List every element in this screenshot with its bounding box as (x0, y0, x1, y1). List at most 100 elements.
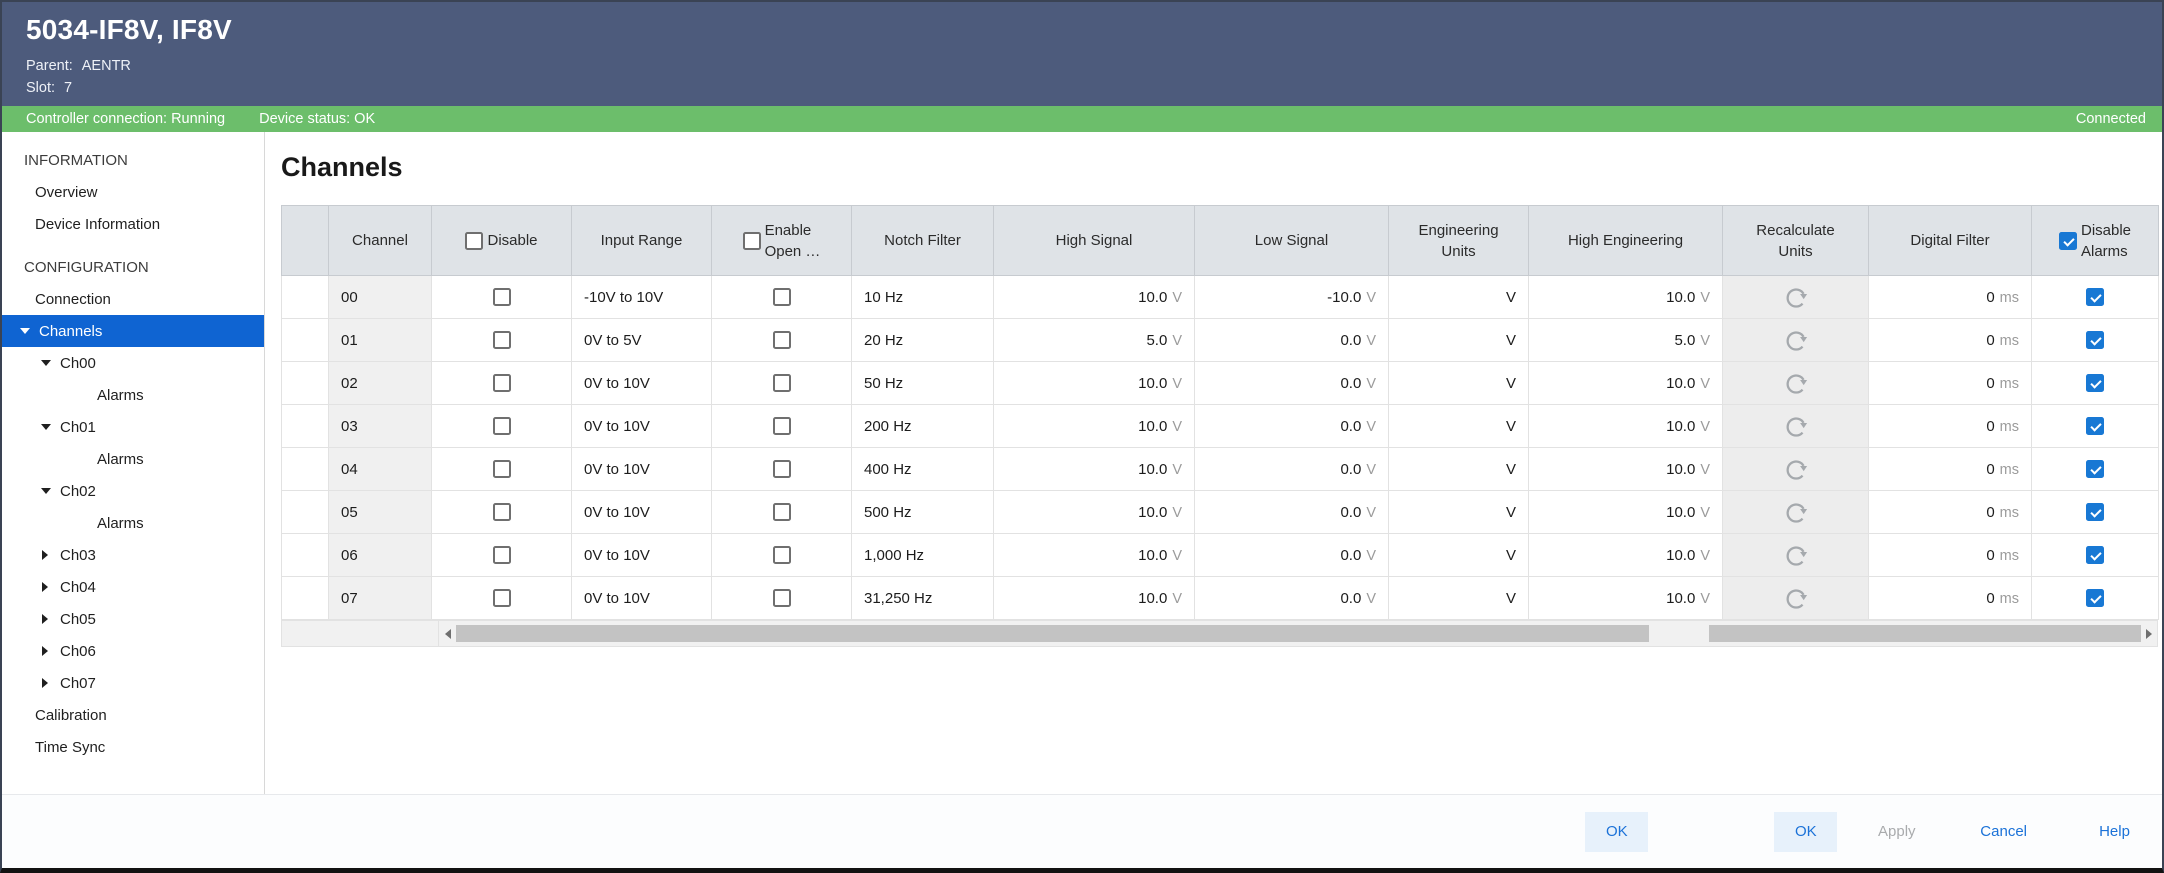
sidebar-item-ch00-alarms[interactable]: Alarms (2, 379, 264, 411)
help-button[interactable]: Help (2083, 812, 2146, 852)
disable-alarms-checkbox[interactable] (2086, 374, 2104, 392)
disable-alarms-checkbox[interactable] (2086, 417, 2104, 435)
high-signal-cell[interactable]: 10.0V (994, 448, 1195, 491)
disable-checkbox[interactable] (493, 589, 511, 607)
sidebar-item-ch02[interactable]: Ch02 (2, 475, 264, 507)
engineering-units-cell[interactable]: V (1389, 276, 1529, 319)
digital-filter-cell[interactable]: 0ms (1869, 405, 2032, 448)
digital-filter-cell[interactable]: 0ms (1869, 448, 2032, 491)
notch-filter-cell[interactable]: 400 Hz (852, 448, 994, 491)
row-select-cell[interactable] (282, 577, 329, 620)
high-engineering-cell[interactable]: 10.0V (1529, 362, 1723, 405)
input-range-cell[interactable]: 0V to 10V (572, 405, 712, 448)
recalculate-units-cell[interactable] (1723, 534, 1869, 577)
engineering-units-cell[interactable]: V (1389, 577, 1529, 620)
notch-filter-cell[interactable]: 200 Hz (852, 405, 994, 448)
engineering-units-cell[interactable]: V (1389, 491, 1529, 534)
enable-open-checkbox[interactable] (773, 546, 791, 564)
sidebar-item-ch01-alarms[interactable]: Alarms (2, 443, 264, 475)
digital-filter-cell[interactable]: 0ms (1869, 577, 2032, 620)
high-engineering-cell[interactable]: 10.0V (1529, 448, 1723, 491)
high-engineering-cell[interactable]: 10.0V (1529, 276, 1723, 319)
recalculate-units-cell[interactable] (1723, 491, 1869, 534)
sidebar-item-ch02-alarms[interactable]: Alarms (2, 507, 264, 539)
enable-open-checkbox[interactable] (773, 417, 791, 435)
engineering-units-cell[interactable]: V (1389, 319, 1529, 362)
row-select-cell[interactable] (282, 276, 329, 319)
row-select-cell[interactable] (282, 448, 329, 491)
recalculate-units-cell[interactable] (1723, 362, 1869, 405)
sidebar-item-time-sync[interactable]: Time Sync (2, 731, 264, 763)
digital-filter-cell[interactable]: 0ms (1869, 491, 2032, 534)
digital-filter-cell[interactable]: 0ms (1869, 534, 2032, 577)
high-signal-cell[interactable]: 10.0V (994, 534, 1195, 577)
scroll-thumb[interactable] (456, 625, 1649, 642)
engineering-units-cell[interactable]: V (1389, 534, 1529, 577)
enable-open-checkbox[interactable] (773, 589, 791, 607)
sidebar-item-overview[interactable]: Overview (2, 176, 264, 208)
high-engineering-cell[interactable]: 10.0V (1529, 405, 1723, 448)
input-range-cell[interactable]: -10V to 10V (572, 276, 712, 319)
recalculate-units-cell[interactable] (1723, 448, 1869, 491)
sidebar-item-channels[interactable]: Channels (2, 315, 264, 347)
high-signal-cell[interactable]: 10.0V (994, 577, 1195, 620)
row-select-cell[interactable] (282, 319, 329, 362)
recalculate-units-cell[interactable] (1723, 577, 1869, 620)
disable-checkbox[interactable] (493, 503, 511, 521)
high-engineering-cell[interactable]: 10.0V (1529, 534, 1723, 577)
sidebar-item-ch05[interactable]: Ch05 (2, 603, 264, 635)
input-range-cell[interactable]: 0V to 10V (572, 491, 712, 534)
notch-filter-cell[interactable]: 50 Hz (852, 362, 994, 405)
sidebar-item-ch01[interactable]: Ch01 (2, 411, 264, 443)
disable-alarms-checkbox[interactable] (2086, 460, 2104, 478)
sidebar-item-device-information[interactable]: Device Information (2, 208, 264, 240)
notch-filter-cell[interactable]: 20 Hz (852, 319, 994, 362)
sidebar-item-ch03[interactable]: Ch03 (2, 539, 264, 571)
scroll-thumb-2[interactable] (1709, 625, 2141, 642)
disable-alarms-checkbox[interactable] (2086, 503, 2104, 521)
ok-button-2[interactable]: OK (1774, 812, 1837, 852)
low-signal-cell[interactable]: 0.0V (1195, 362, 1389, 405)
sidebar-item-ch06[interactable]: Ch06 (2, 635, 264, 667)
scroll-right-arrow-icon[interactable] (2140, 621, 2157, 646)
disable-alarms-checkbox[interactable] (2086, 589, 2104, 607)
enable-open-checkbox[interactable] (773, 460, 791, 478)
digital-filter-cell[interactable]: 0ms (1869, 362, 2032, 405)
low-signal-cell[interactable]: 0.0V (1195, 319, 1389, 362)
notch-filter-cell[interactable]: 10 Hz (852, 276, 994, 319)
input-range-cell[interactable]: 0V to 10V (572, 534, 712, 577)
low-signal-cell[interactable]: 0.0V (1195, 577, 1389, 620)
low-signal-cell[interactable]: 0.0V (1195, 405, 1389, 448)
input-range-cell[interactable]: 0V to 5V (572, 319, 712, 362)
disable-checkbox[interactable] (493, 374, 511, 392)
row-select-cell[interactable] (282, 362, 329, 405)
cancel-button[interactable]: Cancel (1970, 812, 2037, 852)
input-range-cell[interactable]: 0V to 10V (572, 362, 712, 405)
disable-alarms-checkbox[interactable] (2086, 288, 2104, 306)
notch-filter-cell[interactable]: 500 Hz (852, 491, 994, 534)
disable-all-checkbox[interactable] (465, 232, 483, 250)
row-select-cell[interactable] (282, 491, 329, 534)
disable-checkbox[interactable] (493, 546, 511, 564)
engineering-units-cell[interactable]: V (1389, 362, 1529, 405)
row-select-cell[interactable] (282, 405, 329, 448)
sidebar-item-ch04[interactable]: Ch04 (2, 571, 264, 603)
high-engineering-cell[interactable]: 10.0V (1529, 577, 1723, 620)
disable-checkbox[interactable] (493, 460, 511, 478)
enable-open-checkbox[interactable] (773, 503, 791, 521)
engineering-units-cell[interactable]: V (1389, 448, 1529, 491)
digital-filter-cell[interactable]: 0ms (1869, 276, 2032, 319)
disable-checkbox[interactable] (493, 417, 511, 435)
row-select-cell[interactable] (282, 534, 329, 577)
engineering-units-cell[interactable]: V (1389, 405, 1529, 448)
enable-open-checkbox[interactable] (773, 331, 791, 349)
enable-open-all-checkbox[interactable] (743, 232, 761, 250)
input-range-cell[interactable]: 0V to 10V (572, 577, 712, 620)
recalculate-units-cell[interactable] (1723, 405, 1869, 448)
notch-filter-cell[interactable]: 31,250 Hz (852, 577, 994, 620)
disable-checkbox[interactable] (493, 288, 511, 306)
high-signal-cell[interactable]: 5.0V (994, 319, 1195, 362)
recalculate-units-cell[interactable] (1723, 319, 1869, 362)
low-signal-cell[interactable]: -10.0V (1195, 276, 1389, 319)
sidebar-item-ch07[interactable]: Ch07 (2, 667, 264, 699)
